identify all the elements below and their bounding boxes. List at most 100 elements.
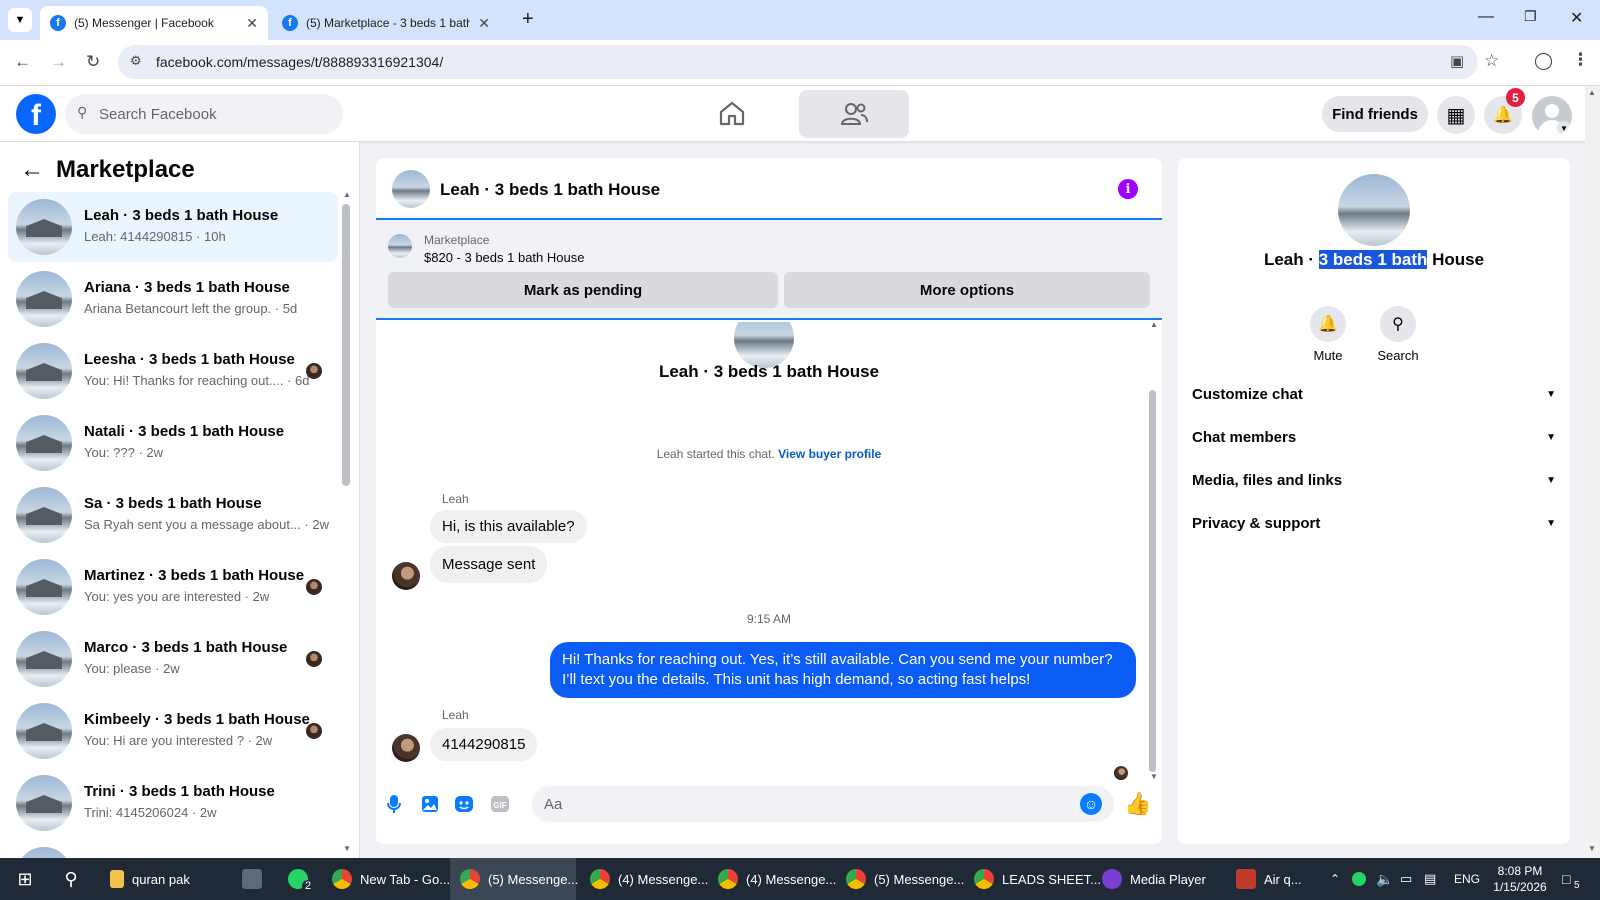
my-message-bubble[interactable]: Hi! Thanks for reaching out. Yes, it’s s…: [550, 642, 1136, 698]
more-options-button[interactable]: More options: [784, 272, 1150, 308]
volume-icon[interactable]: 🔈: [1376, 858, 1393, 900]
home-nav-icon[interactable]: [718, 100, 746, 126]
conversation-item[interactable]: Leah · 3 beds 1 bath House Leah: 4144290…: [8, 192, 338, 262]
taskbar-item-calculator[interactable]: [232, 858, 268, 900]
tab-title: (5) Messenger | Facebook: [74, 16, 214, 30]
groups-nav-tab[interactable]: [799, 90, 909, 138]
scroll-down-arrow-icon[interactable]: ▼: [343, 844, 351, 853]
facebook-logo[interactable]: f: [16, 94, 56, 134]
language-indicator[interactable]: ENG: [1454, 858, 1480, 900]
mute-bell-icon[interactable]: 🔔: [1310, 306, 1346, 342]
conversation-item[interactable]: Leesha · 3 beds 1 bath House You: Hi! Th…: [8, 336, 338, 406]
browser-toolbar: ← → ↻ ⚙ facebook.com/messages/t/88889331…: [0, 40, 1600, 86]
taskbar-item-chrome[interactable]: LEADS SHEET...: [964, 858, 1101, 900]
scroll-up-arrow-icon[interactable]: ▲: [1150, 320, 1158, 329]
conversation-item[interactable]: Natali · 3 beds 1 bath House You: ??? · …: [8, 408, 338, 478]
photo-icon[interactable]: [420, 794, 440, 814]
message-bubble[interactable]: Message sent: [430, 546, 548, 583]
network-icon[interactable]: ▤: [1424, 858, 1436, 900]
start-button[interactable]: ⊞: [10, 858, 40, 900]
listing-detail[interactable]: $820 - 3 beds 1 bath House: [424, 250, 584, 265]
browser-menu-icon[interactable]: ⋮: [1572, 50, 1589, 70]
taskbar-item-folder[interactable]: quran pak: [100, 858, 222, 900]
view-buyer-profile-link[interactable]: View buyer profile: [778, 447, 881, 461]
sender-avatar[interactable]: [392, 734, 420, 762]
message-bubble[interactable]: Hi, is this available?: [430, 510, 587, 543]
address-bar[interactable]: ⚙ facebook.com/messages/t/88889331692130…: [118, 45, 1478, 79]
conversation-item[interactable]: Sa · 3 beds 1 bath House Sa Ryah sent yo…: [8, 480, 338, 550]
search-facebook-input[interactable]: ⚲ Search Facebook: [65, 94, 343, 134]
tab-search-dropdown-icon[interactable]: ▼: [8, 8, 32, 32]
sticker-icon[interactable]: [454, 794, 474, 814]
close-window-icon[interactable]: ✕: [1570, 8, 1583, 28]
taskbar-clock[interactable]: 8:08 PM 1/15/2026: [1484, 863, 1556, 895]
account-avatar[interactable]: ▼: [1532, 96, 1572, 136]
scroll-up-arrow-icon[interactable]: ▲: [1588, 88, 1596, 97]
taskbar-item-media-player[interactable]: Media Player: [1092, 858, 1216, 900]
chat-avatar[interactable]: [392, 170, 430, 208]
taskbar-item-weather[interactable]: Air q...: [1226, 858, 1326, 900]
thumbs-up-icon[interactable]: 👍: [1124, 791, 1151, 816]
listing-thumbnail[interactable]: [388, 234, 412, 258]
minimize-icon[interactable]: —: [1478, 8, 1494, 26]
site-info-icon[interactable]: ⚙: [130, 53, 142, 69]
scroll-up-arrow-icon[interactable]: ▲: [343, 190, 351, 199]
taskbar-item-chrome[interactable]: (5) Messenge...: [836, 858, 964, 900]
chrome-icon: [590, 869, 610, 889]
reload-icon[interactable]: ↻: [86, 52, 100, 72]
forward-arrow-icon[interactable]: →: [50, 52, 67, 72]
find-friends-button[interactable]: Find friends: [1322, 96, 1428, 132]
conversation-item[interactable]: Kimbeely · 3 beds 1 bath House You: Hi a…: [8, 696, 338, 766]
profile-icon[interactable]: ◯: [1534, 51, 1553, 71]
customize-chat-item[interactable]: Customize chat ▼: [1192, 374, 1556, 414]
back-arrow-icon[interactable]: ←: [20, 156, 44, 184]
notification-center-icon[interactable]: □ 5: [1562, 858, 1580, 900]
chrome-icon: [846, 869, 866, 889]
restore-icon[interactable]: ❐: [1524, 8, 1537, 25]
emoji-icon[interactable]: ☺: [1080, 793, 1102, 815]
chat-members-item[interactable]: Chat members ▼: [1192, 417, 1556, 457]
battery-icon[interactable]: ▭: [1400, 858, 1412, 900]
conversation-item-partial[interactable]: [8, 840, 338, 858]
info-avatar[interactable]: [1338, 174, 1410, 246]
chat-scrollbar[interactable]: [1149, 390, 1156, 772]
privacy-support-item[interactable]: Privacy & support ▼: [1192, 503, 1556, 543]
conversation-item[interactable]: Marco · 3 beds 1 bath House You: please …: [8, 624, 338, 694]
chrome-icon: [332, 869, 352, 889]
taskbar-search-icon[interactable]: ⚲: [56, 858, 86, 900]
close-tab-icon[interactable]: ✕: [246, 15, 258, 32]
microphone-icon[interactable]: [384, 794, 404, 814]
taskbar-item-chrome[interactable]: (4) Messenge...: [708, 858, 836, 900]
taskbar-item-whatsapp[interactable]: 2: [278, 858, 318, 900]
media-files-links-item[interactable]: Media, files and links ▼: [1192, 460, 1556, 500]
back-arrow-icon[interactable]: ←: [14, 52, 31, 72]
browser-tab-messenger[interactable]: f (5) Messenger | Facebook ✕: [40, 6, 268, 40]
tray-chevron-up-icon[interactable]: ⌃: [1330, 858, 1340, 900]
close-tab-icon[interactable]: ✕: [478, 15, 490, 32]
taskbar-item-chrome[interactable]: New Tab - Go...: [322, 858, 450, 900]
message-input[interactable]: Aa ☺: [532, 786, 1114, 822]
conversation-item[interactable]: Trini · 3 beds 1 bath House Trini: 41452…: [8, 768, 338, 838]
info-icon[interactable]: i: [1118, 179, 1138, 199]
tray-whatsapp-icon[interactable]: [1352, 858, 1366, 900]
page-scrollbar[interactable]: ▲ ▼: [1585, 86, 1600, 858]
mark-as-pending-button[interactable]: Mark as pending: [388, 272, 778, 308]
conversation-item[interactable]: Martinez · 3 beds 1 bath House You: yes …: [8, 552, 338, 622]
notifications-bell-icon[interactable]: 🔔 5: [1484, 88, 1525, 134]
sidebar-scrollbar[interactable]: [342, 204, 350, 486]
taskbar-item-chrome[interactable]: (4) Messenge...: [580, 858, 708, 900]
gif-icon[interactable]: GIF: [490, 794, 510, 814]
browser-tab-marketplace[interactable]: f (5) Marketplace - 3 beds 1 bath ✕: [272, 6, 500, 40]
calculator-icon: [242, 869, 262, 889]
new-tab-button[interactable]: +: [522, 8, 534, 31]
install-app-icon[interactable]: ▣: [1450, 52, 1464, 70]
chat-title[interactable]: Leah · 3 beds 1 bath House: [440, 180, 660, 200]
search-icon[interactable]: ⚲: [1380, 306, 1416, 342]
menu-grid-icon[interactable]: ▦: [1437, 96, 1475, 134]
bookmark-star-icon[interactable]: ☆: [1484, 51, 1499, 71]
sender-avatar[interactable]: [392, 562, 420, 590]
conversation-item[interactable]: Ariana · 3 beds 1 bath House Ariana Beta…: [8, 264, 338, 334]
taskbar-item-chrome-active[interactable]: (5) Messenge...: [450, 858, 578, 900]
message-bubble[interactable]: 4144290815: [430, 728, 538, 761]
scroll-down-arrow-icon[interactable]: ▼: [1588, 844, 1596, 853]
